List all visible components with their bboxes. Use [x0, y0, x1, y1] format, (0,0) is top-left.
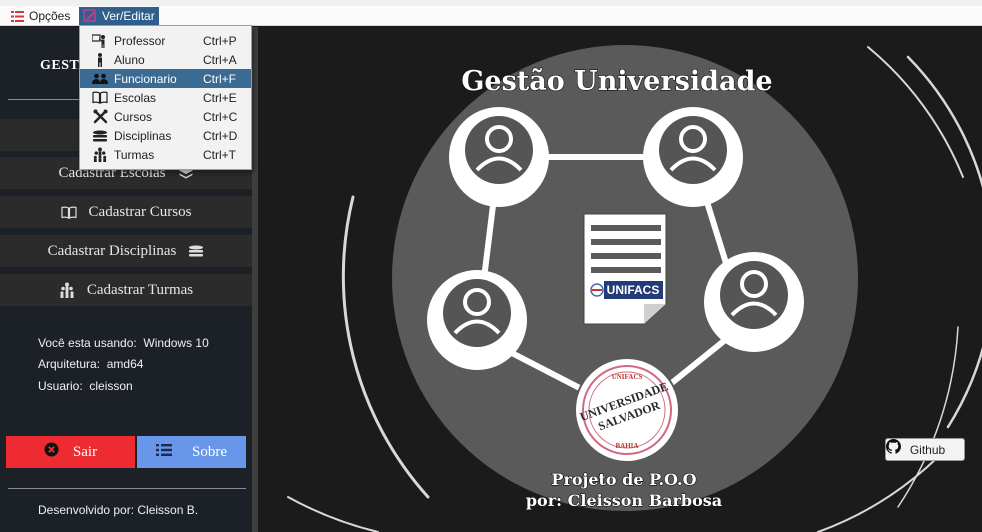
menu-item-shortcut: Ctrl+A	[203, 52, 237, 67]
menu-item-shortcut: Ctrl+F	[203, 71, 236, 86]
menu-item-shortcut: Ctrl+D	[203, 128, 238, 143]
user-node	[427, 270, 527, 370]
github-button[interactable]: Github	[885, 438, 965, 461]
menu-ver-editar[interactable]: Ver/Editar	[79, 7, 159, 25]
main-illustration: UNIFACS UNIFACS UNIVERSIDADE SALVADOR BA…	[287, 45, 982, 532]
seal-bottom-text: BAHIA	[616, 442, 639, 450]
menu-item-label: Turmas	[114, 147, 155, 162]
doc-logo-text: UNIFACS	[607, 283, 660, 297]
menu-item-cursos[interactable]: Cursos Ctrl+C	[80, 107, 251, 126]
github-button-label: Github	[909, 442, 946, 457]
staff-icon	[92, 72, 108, 86]
edit-icon	[83, 9, 97, 23]
sidebar-button-cadastrar-disciplinas[interactable]: Cadastrar Disciplinas	[0, 235, 252, 267]
menu-item-label: Cursos	[114, 109, 153, 124]
student-icon	[92, 52, 108, 67]
menu-item-disciplinas[interactable]: Disciplinas Ctrl+D	[80, 126, 251, 145]
menu-item-shortcut: Ctrl+E	[203, 90, 237, 105]
sidebar-button-label: Cadastrar Cursos	[88, 203, 192, 220]
document-icon: UNIFACS	[583, 213, 667, 325]
university-seal: UNIFACS UNIVERSIDADE SALVADOR BAHIA	[574, 357, 680, 463]
user-label: Usuario:	[38, 379, 83, 393]
os-value: Windows 10	[143, 336, 209, 350]
credit-line-1: Projeto de P.O.O	[551, 470, 696, 489]
user-node	[704, 252, 804, 352]
os-label: Você esta usando:	[38, 336, 137, 350]
system-info-arch: Arquitetura: amd64	[38, 357, 143, 371]
professor-icon	[92, 33, 108, 48]
user-node	[449, 107, 549, 207]
system-info-os: Você esta usando: Windows 10	[38, 336, 209, 350]
arch-value: amd64	[106, 357, 144, 371]
book-open-icon	[92, 91, 108, 105]
menu-item-label: Escolas	[114, 90, 157, 105]
menu-item-turmas[interactable]: Turmas Ctrl+T	[80, 145, 251, 164]
menu-opcoes[interactable]: Opções	[6, 7, 74, 25]
exit-button-label: Sair	[72, 443, 98, 460]
user-value: cleisson	[89, 379, 133, 393]
main-heading: Gestão Universidade	[461, 66, 772, 97]
exit-button[interactable]: Sair	[6, 436, 135, 468]
stack-icon	[188, 244, 204, 258]
menu-item-shortcut: Ctrl+P	[203, 33, 237, 48]
menu-ver-editar-label: Ver/Editar	[102, 9, 155, 23]
close-circle-icon	[44, 442, 59, 462]
group-icon	[59, 282, 75, 298]
menu-item-escolas[interactable]: Escolas Ctrl+E	[80, 88, 251, 107]
menubar: Opções Ver/Editar	[0, 6, 982, 26]
user-node	[643, 107, 743, 207]
sidebar-button-label: Cadastrar Disciplinas	[47, 242, 177, 259]
book-open-icon	[60, 205, 77, 219]
menu-opcoes-label: Opções	[29, 9, 71, 23]
list-icon	[156, 443, 172, 462]
app-window: Opções Ver/Editar GESTA Cadastrar Escola…	[0, 0, 982, 532]
tools-icon	[92, 109, 108, 124]
sidebar-button-cadastrar-turmas[interactable]: Cadastrar Turmas	[0, 274, 252, 306]
group-icon	[92, 147, 108, 162]
about-button[interactable]: Sobre	[137, 436, 246, 468]
list-icon	[10, 9, 24, 23]
menu-item-aluno[interactable]: Aluno Ctrl+A	[80, 50, 251, 69]
menu-item-professor[interactable]: Professor Ctrl+P	[80, 31, 251, 50]
menu-item-label: Funcionario	[114, 71, 177, 86]
seal-top-text: UNIFACS	[612, 373, 643, 381]
menu-item-funcionario[interactable]: Funcionario Ctrl+F	[80, 69, 251, 88]
menu-item-label: Disciplinas	[114, 128, 172, 143]
stack-icon	[92, 129, 108, 143]
arch-label: Arquitetura:	[38, 357, 101, 371]
sidebar-button-cadastrar-cursos[interactable]: Cadastrar Cursos	[0, 196, 252, 228]
menu-item-shortcut: Ctrl+T	[203, 147, 236, 162]
main-panel: UNIFACS UNIFACS UNIVERSIDADE SALVADOR BA…	[258, 27, 982, 532]
footer-divider	[8, 488, 246, 489]
sidebar-button-label: Cadastrar Turmas	[86, 281, 194, 298]
about-button-label: Sobre	[192, 443, 227, 460]
menu-item-shortcut: Ctrl+C	[203, 109, 238, 124]
menu-item-label: Professor	[114, 33, 166, 48]
footer-credit: Desenvolvido por: Cleisson B.	[38, 503, 199, 517]
system-info-user: Usuario: cleisson	[38, 379, 133, 393]
ver-editar-dropdown: Professor Ctrl+P Aluno Ctrl+A Funcionari…	[79, 25, 252, 170]
menu-item-label: Aluno	[114, 52, 145, 67]
credit-line-2: por: Cleisson Barbosa	[526, 491, 722, 510]
